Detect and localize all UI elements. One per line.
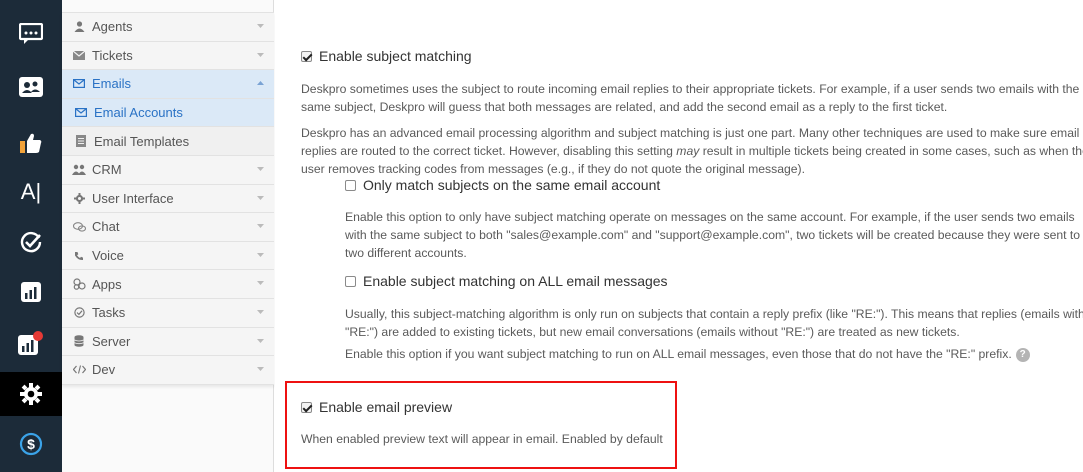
chevron-down-icon — [257, 252, 264, 257]
all-messages-note: Enable this option if you want subject m… — [345, 345, 1083, 363]
user-icon — [72, 20, 86, 34]
users-icon — [72, 163, 86, 177]
sidebar-item-label: Dev — [92, 362, 116, 378]
sidebar-item-chat[interactable]: Chat — [62, 213, 274, 242]
sidebar-item-email-templates[interactable]: Email Templates — [62, 127, 274, 156]
chevron-up-icon — [257, 81, 264, 86]
chat-window-icon[interactable] — [0, 12, 62, 56]
sidebar-item-label: Email Accounts — [94, 105, 183, 121]
sidebar-item-label: Tasks — [92, 305, 126, 321]
settings-sidebar: Agents Tickets Emails Email Accounts Ema… — [62, 0, 274, 472]
svg-text:$: $ — [27, 436, 35, 452]
sidebar-item-label: Tickets — [92, 47, 133, 63]
highlight-box — [285, 381, 677, 469]
chevron-down-icon — [257, 24, 264, 28]
document-icon — [74, 134, 88, 148]
sidebar-item-label: Email Templates — [94, 133, 190, 149]
sidebar-item-apps[interactable]: Apps — [62, 270, 274, 299]
bar-chart-icon[interactable] — [0, 270, 62, 314]
sidebar-item-emails[interactable]: Emails — [62, 70, 274, 99]
sidebar-item-label: Agents — [92, 19, 133, 35]
sidebar-item-server[interactable]: Server — [62, 328, 274, 357]
sidebar-item-email-accounts[interactable]: Email Accounts — [62, 98, 274, 128]
sidebar-item-label: Emails — [92, 76, 132, 92]
sidebar-item-crm[interactable]: CRM — [62, 156, 274, 185]
gear-icon[interactable] — [0, 372, 69, 416]
settings-nav: Agents Tickets Emails Email Accounts Ema… — [62, 12, 274, 385]
sidebar-item-label: Chat — [92, 219, 120, 235]
chevron-down-icon — [257, 281, 264, 286]
chevron-down-icon — [257, 367, 264, 372]
chevron-down-icon — [257, 224, 264, 229]
phone-icon — [72, 249, 86, 263]
subject-matching-details: Deskpro has an advanced email processing… — [301, 126, 1083, 176]
subject-matching-label: Enable subject matching — [319, 48, 472, 64]
sidebar-item-tasks[interactable]: Tasks — [62, 299, 274, 328]
subject-matching-option[interactable]: Enable subject matching — [301, 48, 472, 64]
chevron-down-icon — [257, 195, 264, 200]
sidebar-item-tickets[interactable]: Tickets — [62, 42, 274, 71]
chat-bubbles-icon — [72, 220, 86, 234]
sidebar-item-label: User Interface — [92, 190, 174, 206]
envelope-icon — [72, 48, 86, 62]
subject-matching-description: Deskpro sometimes uses the subject to ro… — [301, 82, 1080, 114]
dollar-circle-icon[interactable]: $ — [0, 422, 62, 466]
subject-matching-checkbox[interactable] — [301, 50, 312, 62]
bar-chart-notification-icon[interactable] — [0, 321, 62, 365]
sidebar-item-label: Voice — [92, 248, 124, 264]
puzzle-icon — [72, 277, 86, 291]
chevron-down-icon — [257, 166, 264, 171]
sidebar-item-agents[interactable]: Agents — [62, 13, 274, 42]
same-account-checkbox[interactable] — [345, 179, 356, 191]
sidebar-item-label: Server — [92, 333, 131, 349]
thumbs-up-icon[interactable] — [0, 121, 62, 165]
envelope-outline-icon — [74, 106, 88, 120]
chevron-down-icon — [257, 309, 264, 314]
same-account-option[interactable]: Only match subjects on the same email ac… — [345, 177, 660, 193]
same-account-description: Enable this option to only have subject … — [345, 210, 1081, 260]
check-circle-icon — [72, 306, 86, 320]
app-rail: A| $ — [0, 0, 69, 472]
code-icon — [72, 363, 86, 377]
contacts-card-icon[interactable] — [0, 65, 62, 109]
all-messages-description: Usually, this subject-matching algorithm… — [345, 307, 1083, 339]
sidebar-item-user-interface[interactable]: User Interface — [62, 185, 274, 214]
gear-small-icon — [72, 191, 86, 205]
help-icon[interactable]: ? — [1015, 347, 1030, 362]
sidebar-item-label: Apps — [92, 276, 122, 292]
sidebar-item-voice[interactable]: Voice — [62, 242, 274, 271]
all-messages-label: Enable subject matching on ALL email mes… — [363, 273, 668, 289]
database-icon — [72, 334, 86, 348]
sidebar-item-dev[interactable]: Dev — [62, 356, 274, 385]
chevron-down-icon — [257, 338, 264, 343]
all-messages-option[interactable]: Enable subject matching on ALL email mes… — [345, 273, 668, 289]
text-cursor-icon[interactable]: A| — [0, 170, 62, 214]
checkmark-circle-icon[interactable] — [0, 220, 62, 264]
chevron-down-icon — [257, 52, 264, 57]
envelope-outline-icon — [72, 77, 86, 91]
all-messages-checkbox[interactable] — [345, 275, 356, 287]
same-account-label: Only match subjects on the same email ac… — [363, 177, 661, 193]
sidebar-item-label: CRM — [92, 162, 122, 178]
